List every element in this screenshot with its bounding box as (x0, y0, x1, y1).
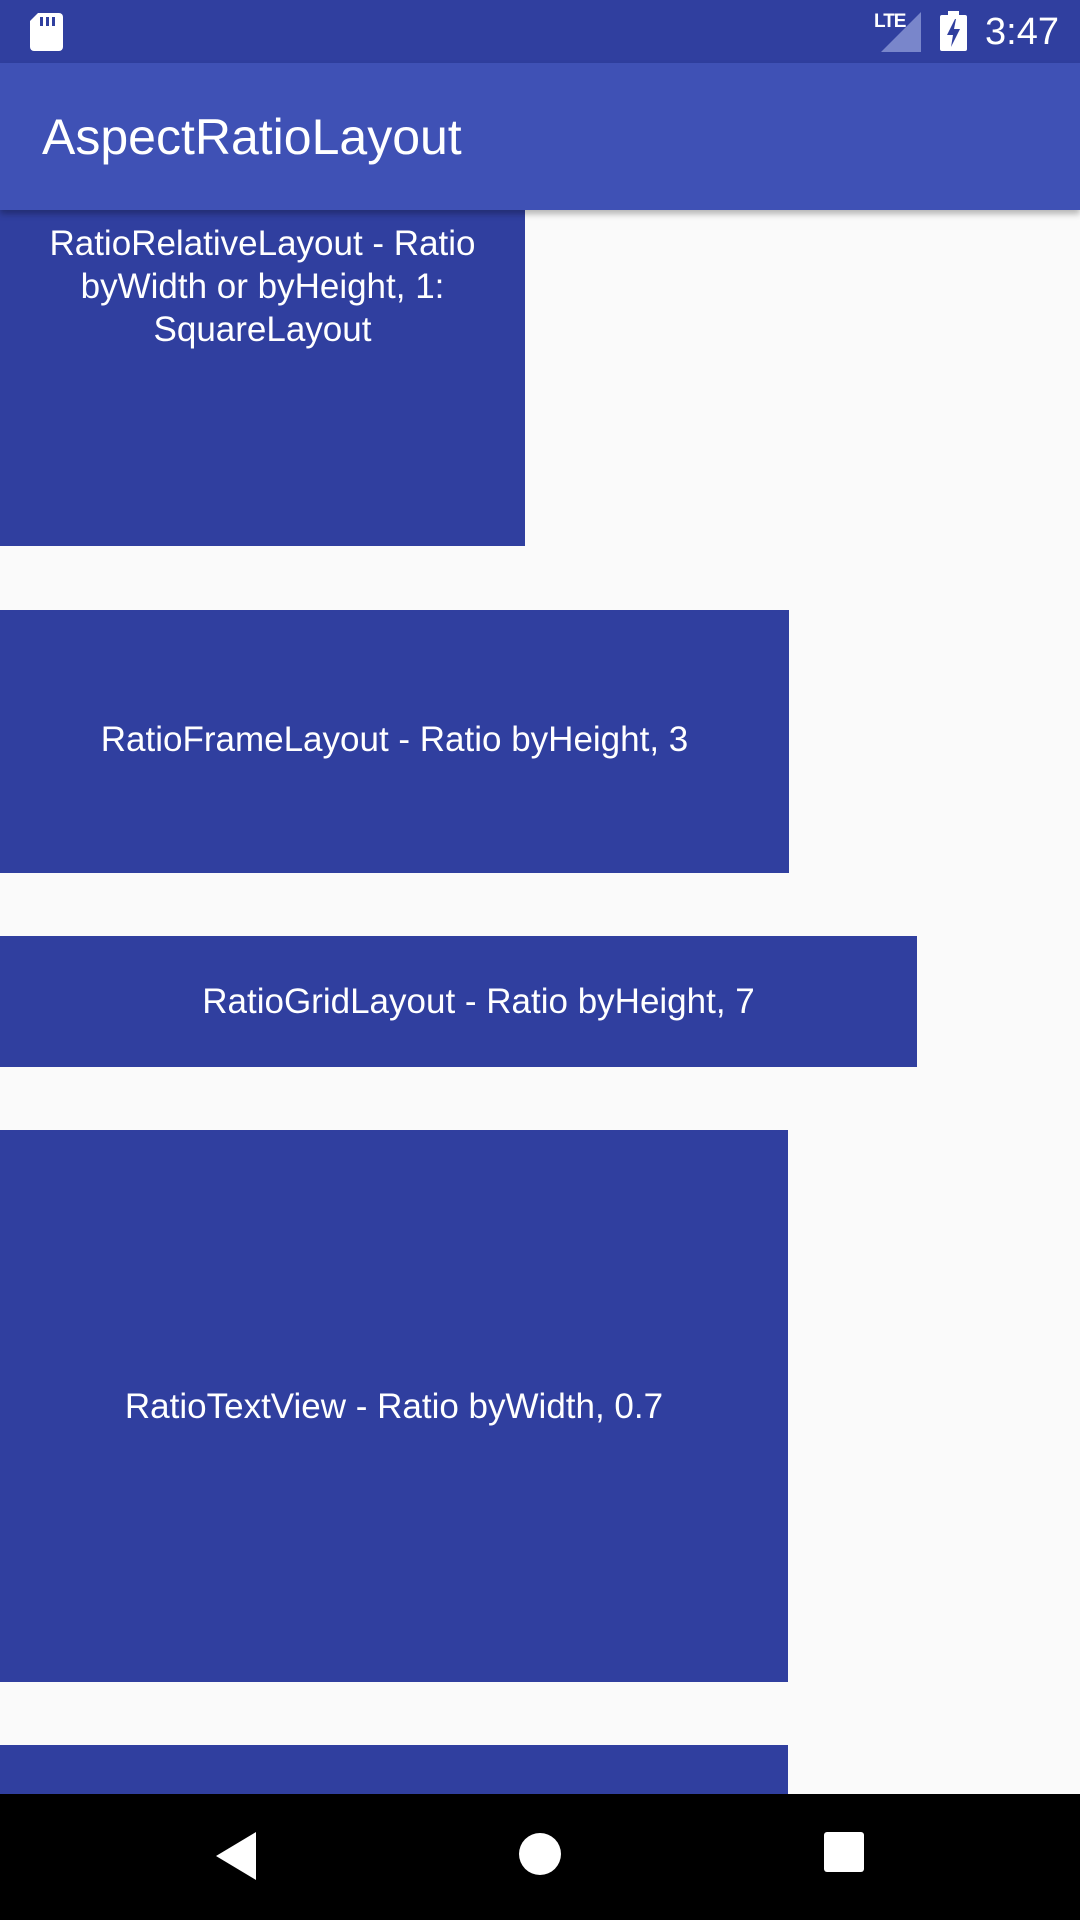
ratio-frame-layout-label: RatioFrameLayout - Ratio byHeight, 3 (100, 720, 689, 759)
ratio-relative-layout-label: RatioRelativeLayout - Ratio byWidth or b… (49, 224, 476, 349)
status-bar: LTE 3:47 (0, 0, 1080, 63)
layout-list[interactable]: RatioRelativeLayout - Ratio byWidth or b… (0, 210, 1080, 1794)
signal-icon (881, 12, 921, 52)
app-title: AspectRatioLayout (42, 109, 462, 165)
battery-charging-icon (940, 11, 967, 51)
app-bar: AspectRatioLayout (0, 63, 1080, 210)
recents-icon[interactable] (824, 1832, 864, 1872)
navigation-bar (0, 1794, 1080, 1920)
sd-card-icon (30, 13, 63, 51)
screen: LTE 3:47 AspectRatioLayout RatioRelative… (0, 0, 1080, 1920)
ratio-grid-layout-block: RatioGridLayout - Ratio byHeight, 7 (0, 936, 917, 1067)
ratio-relative-layout-block: RatioRelativeLayout - Ratio byWidth or b… (0, 210, 525, 546)
ratio-frame-layout-block: RatioFrameLayout - Ratio byHeight, 3 (0, 610, 789, 873)
home-icon[interactable] (518, 1832, 562, 1876)
partially-visible-layout-block (0, 1745, 788, 1794)
back-icon[interactable] (216, 1832, 256, 1880)
ratio-text-view-label: RatioTextView - Ratio byWidth, 0.7 (124, 1386, 664, 1426)
clock: 3:47 (985, 11, 1059, 53)
ratio-text-view-block: RatioTextView - Ratio byWidth, 0.7 (0, 1130, 788, 1682)
ratio-grid-layout-label: RatioGridLayout - Ratio byHeight, 7 (202, 982, 755, 1021)
